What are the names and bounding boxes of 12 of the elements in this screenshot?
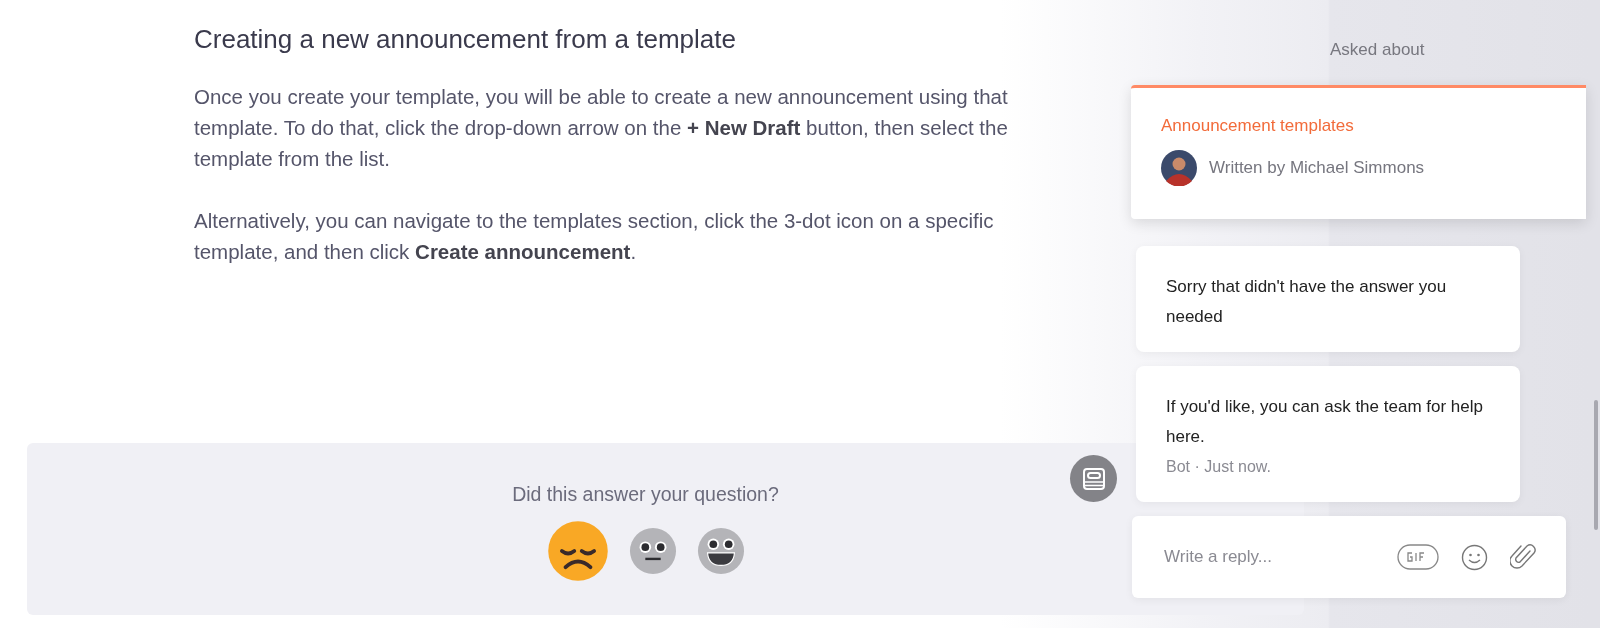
message-meta: Bot · Just now. <box>1166 457 1272 477</box>
reply-composer[interactable]: Write a reply... <box>1132 516 1566 598</box>
section-title: Asked about <box>1330 40 1425 60</box>
article-paragraph: Once you create your template, you will be able to create a new announcement using that template. To do that, click the drop-down arrow on the + New Draft button, then select the template from the list. <box>194 84 1009 172</box>
article-card[interactable]: Announcement templates Written by Michael Simmons <box>1131 85 1586 219</box>
message-text: Sorry that didn't have the answer you needed <box>1166 276 1448 328</box>
article-heading: Creating a new announcement from a template <box>194 24 737 55</box>
article-paragraph: Alternatively, you can navigate to the templates section, click the 3-dot icon on a specific template, and then click Create announcement. <box>194 208 995 265</box>
feedback-question: Did this answer your question? <box>511 483 780 506</box>
author-text: Written by Michael Simmons <box>1209 158 1425 178</box>
article-link[interactable]: Announcement templates <box>1161 116 1556 136</box>
message-text: If you'd like, you can ask the team for help here. <box>1166 396 1484 448</box>
